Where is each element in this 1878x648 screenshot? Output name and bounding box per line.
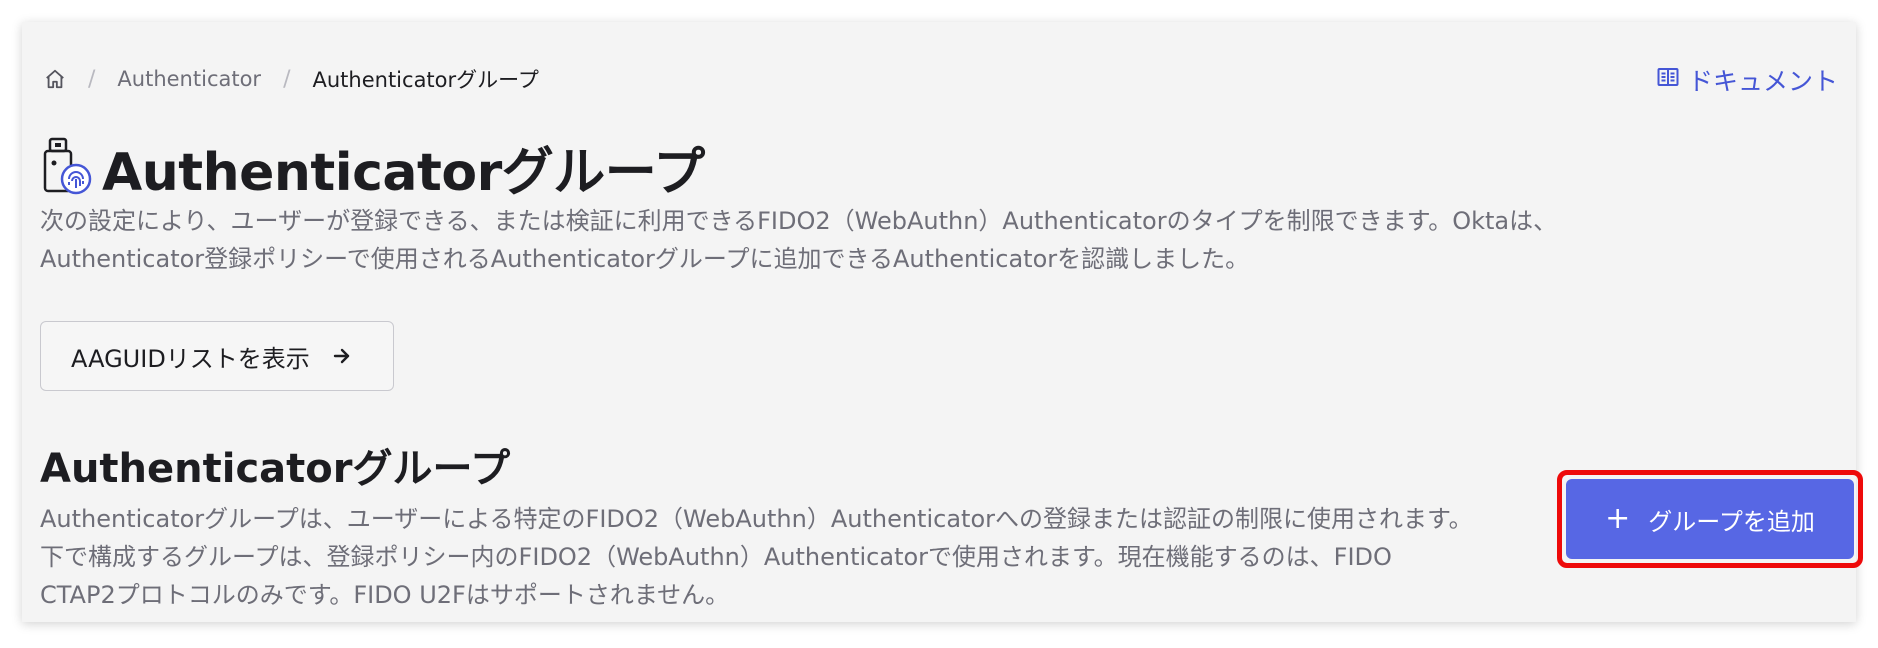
documentation-link[interactable]: ドキュメント <box>1656 62 1838 98</box>
main-panel: / Authenticator / Authenticatorグループ ドキュメ… <box>22 22 1863 622</box>
page-description-line: Authenticator登録ポリシーで使用されるAuthenticatorグル… <box>40 245 1250 273</box>
authenticator-fingerprint-icon <box>42 137 92 199</box>
breadcrumb-item-current: Authenticatorグループ <box>312 68 539 92</box>
view-aaguid-list-button[interactable]: AAGUIDリストを表示 <box>40 321 394 391</box>
page-header: Authenticatorグループ <box>42 130 705 205</box>
page-description-line: 次の設定により、ユーザーが登録できる、または検証に利用できるFIDO2（WebA… <box>40 207 1558 235</box>
page-title: Authenticatorグループ <box>102 143 705 203</box>
view-aaguid-list-label: AAGUIDリストを表示 <box>71 344 310 373</box>
home-icon[interactable] <box>44 68 66 90</box>
documentation-link-label: ドキュメント <box>1687 67 1838 96</box>
arrow-right-icon <box>332 346 352 366</box>
section-description-line: CTAP2プロトコルのみです。FIDO U2Fはサポートされません。 <box>40 581 730 609</box>
section-description-line: Authenticatorグループは、ユーザーによる特定のFIDO2（WebAu… <box>40 505 1473 533</box>
section-description: Authenticatorグループは、ユーザーによる特定のFIDO2（WebAu… <box>40 500 1570 614</box>
breadcrumb-separator: / <box>88 66 96 92</box>
plus-icon: + <box>1605 501 1631 536</box>
breadcrumb-separator: / <box>283 66 291 92</box>
add-group-button-label: グループを追加 <box>1648 507 1815 536</box>
book-icon <box>1656 65 1680 95</box>
breadcrumb: / Authenticator / Authenticatorグループ <box>44 64 539 94</box>
section-description-line: 下で構成するグループは、登録ポリシー内のFIDO2（WebAuthn）Authe… <box>40 543 1392 571</box>
page-description: 次の設定により、ユーザーが登録できる、または検証に利用できるFIDO2（WebA… <box>40 202 1820 278</box>
add-group-button[interactable]: + グループを追加 <box>1566 479 1854 559</box>
breadcrumb-item-authenticator[interactable]: Authenticator <box>117 67 261 91</box>
section-title: Authenticatorグループ <box>40 446 511 492</box>
